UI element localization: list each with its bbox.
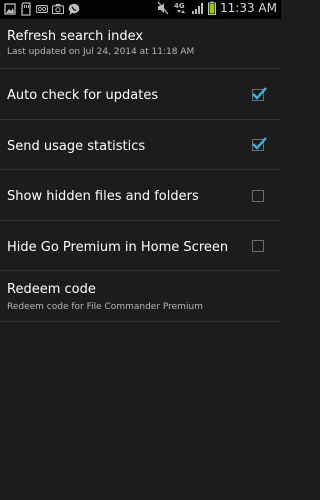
setting-summary: Last updated on Jul 24, 2014 at 11:18 AM [7, 47, 195, 57]
chat-icon [68, 3, 80, 15]
setting-title: Send usage statistics [7, 139, 146, 154]
setting-title: Auto check for updates [7, 88, 159, 103]
setting-title: Show hidden files and folders [7, 189, 199, 204]
setting-redeem-code[interactable]: Redeem code Redeem code for File Command… [0, 271, 281, 322]
setting-title: Refresh search index [7, 29, 144, 44]
camera-icon [52, 3, 64, 15]
setting-send-usage-statistics[interactable]: Send usage statistics [0, 120, 281, 170]
settings-list: Refresh search index Last updated on Jul… [0, 19, 281, 322]
network-label: 4G [174, 2, 185, 10]
gallery-icon [4, 3, 16, 15]
clock: 11:33 AM [220, 1, 277, 15]
4g-icon: 4G [174, 2, 186, 13]
mute-icon [157, 1, 169, 15]
setting-auto-check-updates[interactable]: Auto check for updates [0, 69, 281, 120]
checkmark-icon [252, 87, 267, 100]
auto-check-updates-checkbox[interactable] [252, 87, 267, 101]
setting-title: Hide Go Premium in Home Screen [7, 240, 229, 255]
setting-show-hidden-files[interactable]: Show hidden files and folders [0, 170, 281, 221]
setting-refresh-search-index[interactable]: Refresh search index Last updated on Jul… [0, 19, 281, 69]
notification-icons [4, 2, 80, 16]
status-bar: 4G 11:33 AM [0, 0, 281, 19]
send-usage-statistics-checkbox[interactable] [252, 137, 267, 151]
hide-go-premium-checkbox[interactable] [252, 240, 264, 252]
setting-hide-go-premium[interactable]: Hide Go Premium in Home Screen [0, 221, 281, 271]
checkmark-icon [252, 137, 267, 150]
system-status: 4G 11:33 AM [157, 1, 277, 15]
voicemail-icon [36, 5, 48, 13]
signal-icon [192, 3, 204, 14]
battery-icon [208, 1, 217, 15]
setting-title: Redeem code [7, 282, 96, 297]
show-hidden-files-checkbox[interactable] [252, 190, 264, 202]
sd-card-icon [21, 2, 31, 16]
setting-summary: Redeem code for File Commander Premium [7, 302, 203, 312]
